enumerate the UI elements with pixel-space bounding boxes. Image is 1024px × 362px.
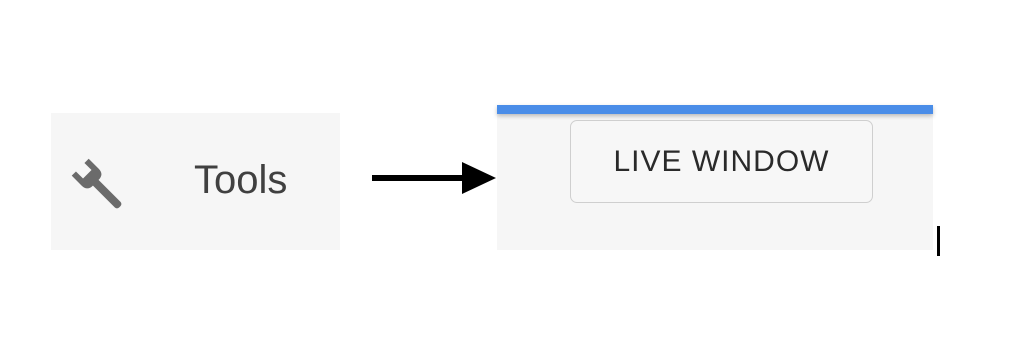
live-window-button[interactable]: LIVE WINDOW <box>570 120 873 203</box>
wrench-icon <box>71 158 122 209</box>
tools-label[interactable]: Tools <box>194 156 287 204</box>
right-arrow-icon <box>372 162 496 194</box>
toolbar-accent-bar <box>497 105 933 114</box>
text-cursor-icon <box>937 226 940 256</box>
